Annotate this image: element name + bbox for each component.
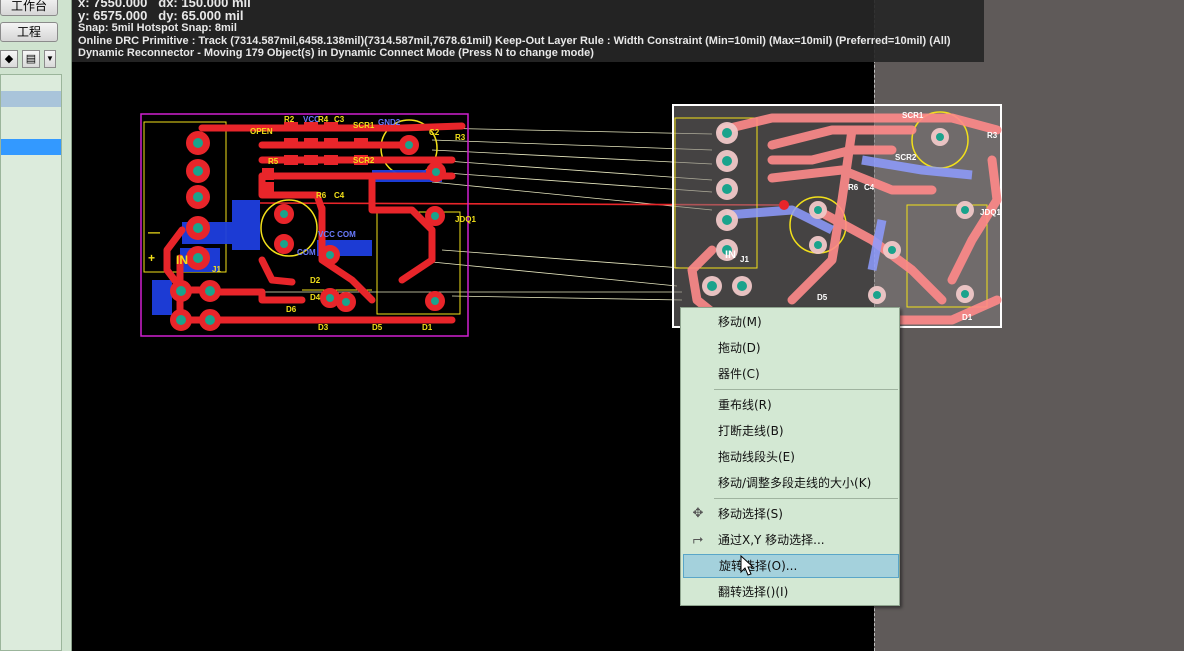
tree-row[interactable] (1, 123, 61, 139)
silk-vcc-com: VCC COM (318, 230, 356, 239)
menu-item-flip-selection[interactable]: 翻转选择()(I) (683, 580, 899, 604)
project-tree (0, 74, 62, 651)
menu-item-move-selection-xy[interactable]: ⮣ 通过X,Y 移动选择... (683, 528, 899, 552)
menu-item-rotate-selection[interactable]: 旋转选择(O)... (683, 554, 899, 578)
menu-item-move[interactable]: 移动(M) (683, 310, 899, 334)
hud-y: y: 6575.000 (78, 8, 148, 23)
mouse-cursor-icon (740, 555, 754, 576)
hud-reconnector: Dynamic Reconnector - Moving 179 Object(… (78, 47, 594, 59)
silk-d2: D2 (310, 276, 321, 285)
silk-r6-moving: R6 (848, 183, 859, 192)
folder-icon[interactable]: ▤ (22, 50, 40, 68)
silk-minus: — (148, 225, 160, 239)
menu-item-drag[interactable]: 拖动(D) (683, 336, 899, 360)
menu-item-break-track[interactable]: 打断走线(B) (683, 419, 899, 443)
menu-item-drag-track-end[interactable]: 拖动线段头(E) (683, 445, 899, 469)
silk-plus: + (148, 251, 155, 265)
silk-scr2: SCR2 (353, 156, 375, 165)
silk-c3: C3 (334, 115, 345, 124)
silk-r6: R6 (316, 191, 327, 200)
silk-in: IN (176, 253, 188, 267)
tree-row[interactable] (1, 107, 61, 123)
tree-row-selected[interactable] (1, 139, 61, 155)
silk-d1-moving: D1 (962, 313, 973, 322)
pcb-canvas[interactable]: OPEN R2 VCC R4 C3 SCR1 GND2 SCR2 C2 R3 C… (72, 0, 1184, 651)
xy-move-icon: ⮣ (692, 532, 704, 547)
menu-item-move-selection[interactable]: ✥ 移动选择(S) (683, 502, 899, 526)
chevron-down-icon[interactable]: ▼ (44, 50, 56, 68)
silk-r4: R4 (318, 115, 329, 124)
pcb-board-left[interactable]: OPEN R2 VCC R4 C3 SCR1 GND2 SCR2 C2 R3 C… (140, 113, 476, 337)
hud-line-y: y: 6575.000 dy: 65.000 mil (78, 9, 978, 22)
hud-drc: Online DRC Primitive : Track (7314.587mi… (78, 34, 951, 47)
silk-d6: D6 (286, 305, 297, 314)
panel-toolbar: ◆ ▤ ▼ (0, 50, 60, 70)
silk-r2: R2 (284, 115, 295, 124)
menu-separator (714, 389, 898, 390)
silk-j1: J1 (212, 265, 221, 274)
silk-open: OPEN (250, 127, 273, 136)
menu-separator (714, 498, 898, 499)
silk-r5: R5 (268, 157, 279, 166)
menu-item-reroute[interactable]: 重布线(R) (683, 393, 899, 417)
silk-d1: D1 (422, 323, 433, 332)
hud-snap: Snap: 5mil Hotspot Snap: 8mil (78, 22, 237, 34)
silk-com: COM (297, 248, 316, 257)
context-menu: 移动(M) 拖动(D) 器件(C) 重布线(R) 打断走线(B) 拖动线段头(E… (680, 307, 900, 606)
menu-item-component[interactable]: 器件(C) (683, 362, 899, 386)
tree-row[interactable] (1, 91, 61, 107)
silk-r3-moving: R3 (987, 131, 998, 140)
silk-d4: D4 (310, 293, 321, 302)
workspace-button[interactable]: 工作台 (0, 0, 58, 16)
silk-r3: R3 (455, 133, 466, 142)
project-button[interactable]: 工程 (0, 22, 58, 42)
left-panel: 工作台 工程 ◆ ▤ ▼ (0, 0, 72, 651)
silk-d5-moving: D5 (817, 293, 828, 302)
menu-item-resize-tracks[interactable]: 移动/调整多段走线的大小(K) (683, 471, 899, 495)
silk-c4: C4 (334, 191, 345, 200)
silk-jdq1: JDQ1 (455, 215, 476, 224)
silk-jdq1-moving: JDQ1 (980, 208, 1001, 217)
silk-d5: D5 (372, 323, 383, 332)
silk-gnd2: GND2 (378, 118, 401, 127)
tree-row[interactable] (1, 75, 61, 91)
silk-c2: C2 (429, 128, 440, 137)
drag-hotspot[interactable] (779, 200, 789, 210)
silk-scr1-moving: SCR1 (902, 111, 924, 120)
pcb-drawing[interactable]: OPEN R2 VCC R4 C3 SCR1 GND2 SCR2 C2 R3 C… (72, 0, 1184, 651)
silk-c4-moving: C4 (864, 183, 875, 192)
ratsnest-lines (182, 127, 713, 301)
silk-scr2-moving: SCR2 (895, 153, 917, 162)
hud-dy: dy: 65.000 mil (158, 8, 244, 23)
pcb-board-right-moving[interactable]: C4 R6 R3 D1 D5 IN J1 JDQ1 SCR2 SCR1 (672, 104, 1002, 328)
layers-icon[interactable]: ◆ (0, 50, 18, 68)
silk-j1-moving: J1 (740, 255, 749, 264)
move-cross-icon: ✥ (692, 506, 704, 521)
status-hud: x: 7550.000 dx: 150.000 mil y: 6575.000 … (72, 0, 984, 62)
silk-d3: D3 (318, 323, 329, 332)
silk-in-moving: IN (725, 249, 736, 261)
silk-scr1: SCR1 (353, 121, 375, 130)
